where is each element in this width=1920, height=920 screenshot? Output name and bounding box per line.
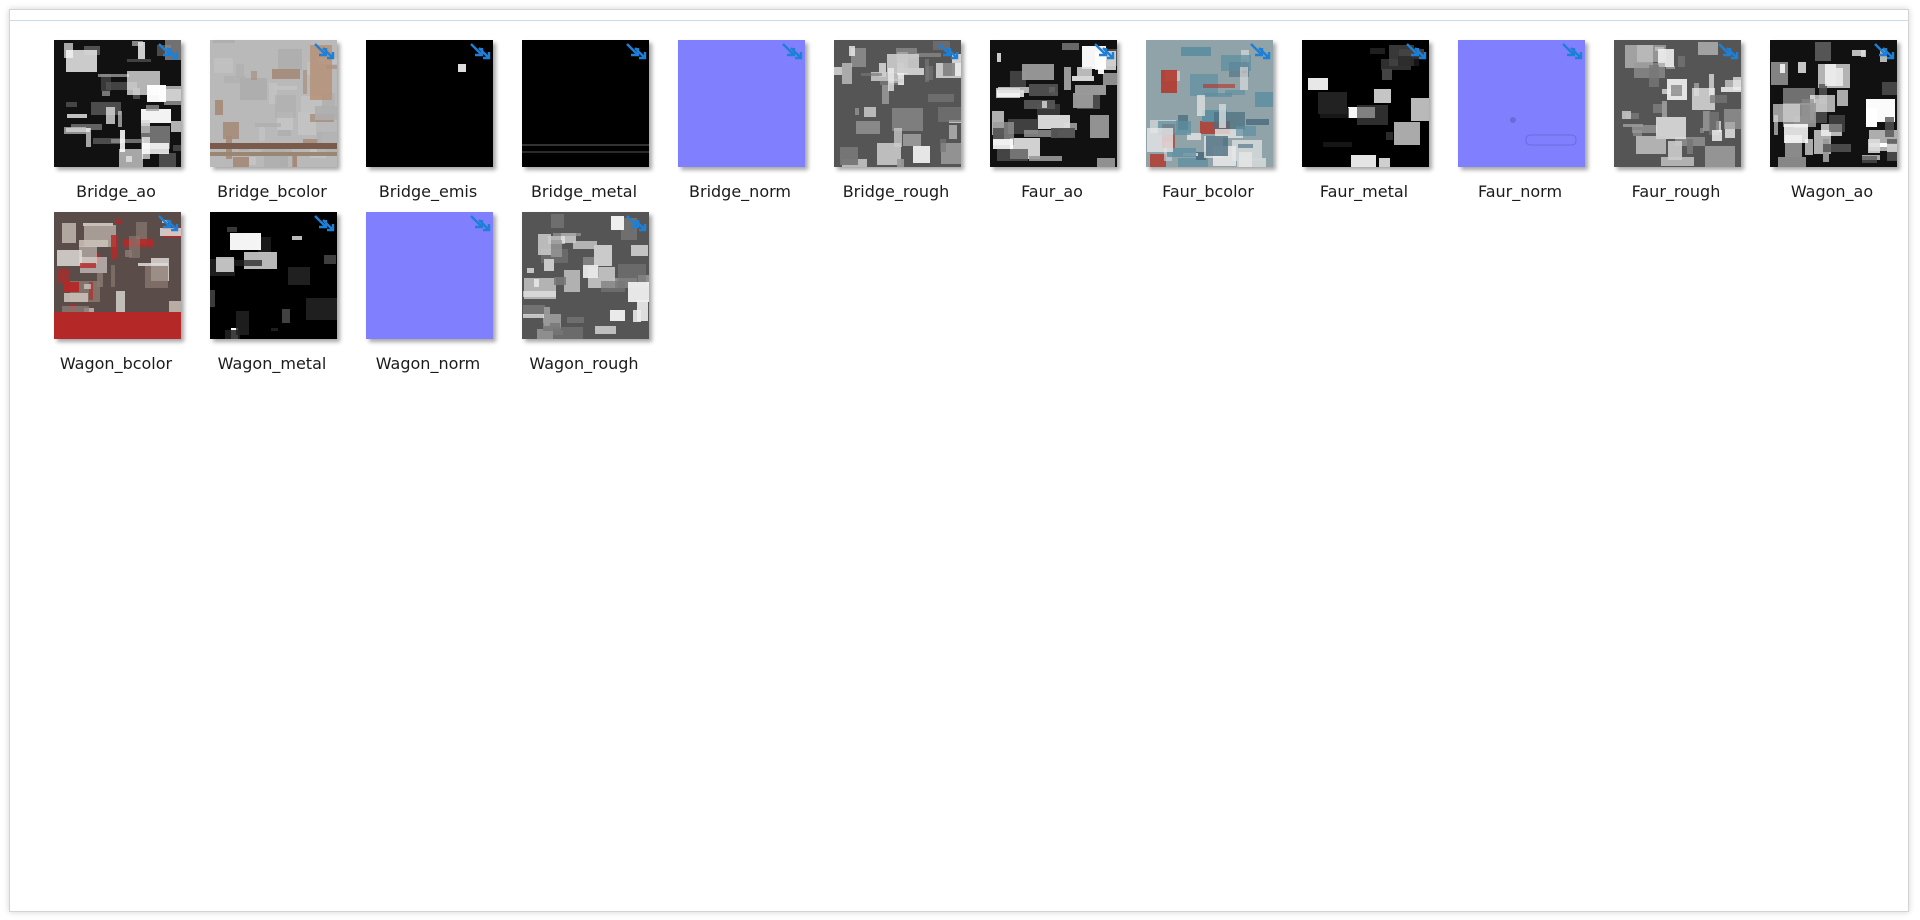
file-item[interactable]: Bridge_emis — [350, 38, 506, 204]
compress-arrows-icon — [1403, 40, 1429, 66]
file-thumbnail — [54, 212, 181, 339]
file-item[interactable]: Wagon_bcolor — [38, 210, 194, 376]
file-name-label: Bridge_norm — [689, 182, 791, 201]
file-explorer-window: Bridge_ao Bridge_bcolor Bridge_emis Brid… — [9, 9, 1909, 912]
file-item[interactable]: Bridge_ao — [38, 38, 194, 204]
file-name-label: Faur_rough — [1631, 182, 1721, 201]
file-thumbnail — [210, 40, 337, 167]
file-name-label: Wagon_ao — [1790, 182, 1874, 201]
file-name-label: Bridge_metal — [530, 182, 638, 201]
file-thumbnail — [210, 212, 337, 339]
file-name-label: Wagon_bcolor — [59, 354, 173, 373]
file-name-label: Bridge_rough — [842, 182, 950, 201]
compress-arrows-icon — [1871, 40, 1897, 66]
file-item[interactable]: Bridge_norm — [662, 38, 818, 204]
compress-arrows-icon — [1247, 40, 1273, 66]
compress-arrows-icon — [1559, 40, 1585, 66]
file-item[interactable]: Wagon_metal — [194, 210, 350, 376]
compress-arrows-icon — [935, 40, 961, 66]
file-thumbnail — [1146, 40, 1273, 167]
file-thumbnail — [522, 40, 649, 167]
file-name-label: Bridge_ao — [76, 182, 156, 201]
compress-arrows-icon — [155, 212, 181, 238]
file-name-label: Wagon_norm — [375, 354, 481, 373]
file-name-label: Faur_ao — [1021, 182, 1083, 201]
file-thumbnail — [366, 212, 493, 339]
file-name-label: Wagon_metal — [217, 354, 327, 373]
file-item[interactable]: Bridge_metal — [506, 38, 662, 204]
compress-arrows-icon — [1715, 40, 1741, 66]
file-item[interactable]: Wagon_norm — [350, 210, 506, 376]
compress-arrows-icon — [467, 40, 493, 66]
file-name-label: Bridge_emis — [378, 182, 478, 201]
file-thumbnail — [522, 212, 649, 339]
file-name-label: Faur_norm — [1477, 182, 1563, 201]
file-thumbnail — [990, 40, 1117, 167]
file-item[interactable]: Bridge_bcolor — [194, 38, 350, 204]
file-item[interactable]: Faur_bcolor — [1130, 38, 1286, 204]
file-thumbnail — [366, 40, 493, 167]
file-item[interactable]: Faur_rough — [1598, 38, 1754, 204]
file-thumbnail — [54, 40, 181, 167]
file-name-label: Faur_bcolor — [1162, 182, 1254, 201]
file-thumbnail — [678, 40, 805, 167]
compress-arrows-icon — [1091, 40, 1117, 66]
file-item[interactable]: Wagon_rough — [506, 210, 662, 376]
compress-arrows-icon — [311, 212, 337, 238]
file-name-label: Bridge_bcolor — [217, 182, 327, 201]
file-item[interactable]: Faur_norm — [1442, 38, 1598, 204]
file-thumbnail — [834, 40, 961, 167]
file-item[interactable]: Faur_metal — [1286, 38, 1442, 204]
compress-arrows-icon — [311, 40, 337, 66]
file-thumbnail — [1302, 40, 1429, 167]
file-item[interactable]: Wagon_ao — [1754, 38, 1908, 204]
compress-arrows-icon — [623, 212, 649, 238]
file-name-label: Faur_metal — [1319, 182, 1409, 201]
file-item[interactable]: Bridge_rough — [818, 38, 974, 204]
compress-arrows-icon — [779, 40, 805, 66]
compress-arrows-icon — [155, 40, 181, 66]
file-thumbnail — [1458, 40, 1585, 167]
header-divider — [10, 20, 1908, 21]
file-thumbnail — [1614, 40, 1741, 167]
file-item[interactable]: Faur_ao — [974, 38, 1130, 204]
file-name-label: Wagon_rough — [529, 354, 639, 373]
compress-arrows-icon — [623, 40, 649, 66]
file-thumbnail — [1770, 40, 1897, 167]
compress-arrows-icon — [467, 212, 493, 238]
